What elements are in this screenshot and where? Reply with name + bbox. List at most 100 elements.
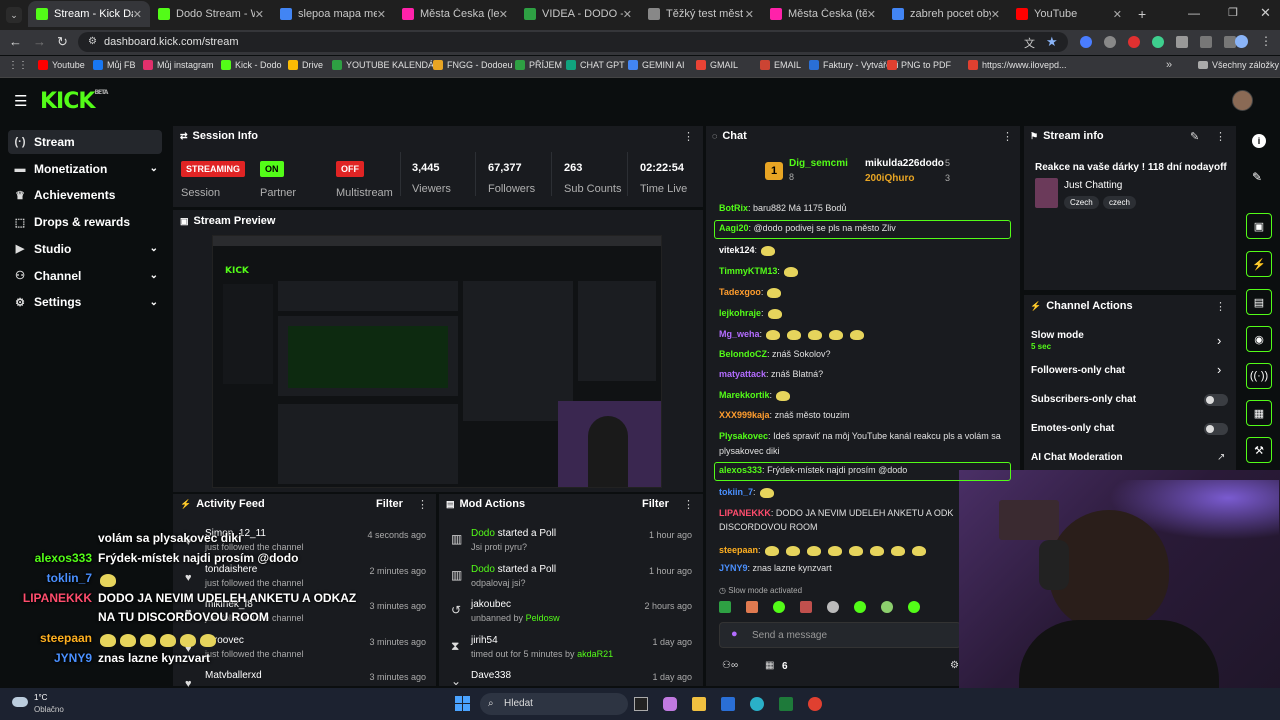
edit-stream-info-icon[interactable]: ✎ bbox=[1190, 130, 1199, 143]
browser-tab[interactable]: Stream - Kick Dashbo✕ bbox=[28, 1, 150, 27]
wrench-icon[interactable]: ⚒ bbox=[1246, 437, 1272, 463]
mod-filter-button[interactable]: Filter bbox=[642, 498, 669, 510]
bookmarks-overflow-icon[interactable]: » bbox=[1166, 59, 1172, 71]
bookmark-item[interactable]: FNGG - Dodoeu bbox=[433, 60, 513, 70]
lightning-icon[interactable]: ⚡ bbox=[1246, 251, 1272, 277]
sidebar-item-studio[interactable]: ▶ Studio ⌄ bbox=[8, 237, 162, 261]
emote-bar[interactable] bbox=[719, 601, 951, 615]
chevron-down-icon[interactable]: ⌄ bbox=[150, 163, 158, 174]
site-info-icon[interactable]: ⚙ bbox=[88, 36, 97, 47]
bookmark-item[interactable]: Drive bbox=[288, 60, 323, 70]
points-icon[interactable]: ⚇∞ bbox=[722, 660, 738, 671]
mod-menu-icon[interactable]: ⋮ bbox=[683, 498, 694, 511]
url-input[interactable]: dashboard.kick.com/stream bbox=[78, 32, 1068, 52]
top-gifter-2-name[interactable]: mikulda226dodo bbox=[865, 158, 944, 169]
multistream-toggle[interactable]: OFF bbox=[336, 161, 364, 177]
chat-username[interactable]: steepaan bbox=[719, 545, 758, 555]
tab-close-icon[interactable]: ✕ bbox=[745, 8, 754, 21]
browser-tab[interactable]: Dodo Stream - Watch✕ bbox=[150, 1, 272, 27]
bookmark-item[interactable]: GEMINI AI bbox=[628, 60, 685, 70]
storage-icon[interactable]: ▦ bbox=[1246, 400, 1272, 426]
channel-actions-menu-icon[interactable]: ⋮ bbox=[1215, 300, 1226, 313]
chat-username[interactable]: Mg_weha bbox=[719, 329, 760, 339]
minimize-icon[interactable]: — bbox=[1188, 6, 1200, 20]
tab-search-button[interactable]: ⌄ bbox=[6, 7, 22, 23]
browser-tab[interactable]: Města Česka (těžké)✕ bbox=[762, 1, 884, 27]
partner-income-toggle[interactable]: ON bbox=[260, 161, 284, 177]
browser-tab[interactable]: Těžký test měst ČR✕ bbox=[640, 1, 762, 27]
stream-info-menu-icon[interactable]: ⋮ bbox=[1215, 130, 1226, 143]
chevron-down-icon[interactable]: ⌄ bbox=[150, 297, 158, 308]
mod-action-user[interactable]: jirih54 bbox=[471, 635, 498, 646]
mod-action-user[interactable]: Dodo bbox=[471, 528, 495, 539]
mod-action-by[interactable]: Peldosw bbox=[526, 613, 560, 623]
chat-username[interactable]: alexos333 bbox=[719, 465, 762, 475]
crop-icon[interactable]: ▣ bbox=[1246, 213, 1272, 239]
chat-username[interactable]: Marekkortik bbox=[719, 390, 770, 400]
chat-username[interactable]: matyattack bbox=[719, 369, 766, 379]
clipboard-icon[interactable]: ▤ bbox=[1246, 289, 1272, 315]
all-bookmarks[interactable]: Všechny záložky bbox=[1198, 60, 1279, 70]
category-thumbnail[interactable] bbox=[1035, 178, 1058, 208]
reload-icon[interactable]: ↻ bbox=[57, 34, 68, 50]
browser-tab[interactable]: Města Česka (lehké)✕ bbox=[394, 1, 516, 27]
slow-mode-chevron-icon[interactable]: › bbox=[1217, 333, 1221, 348]
chevron-down-icon[interactable]: ⌄ bbox=[150, 270, 158, 281]
ai-moderation-label[interactable]: AI Chat Moderation bbox=[1031, 452, 1123, 463]
sidebar-item-achievements[interactable]: ♛ Achievements bbox=[8, 183, 162, 207]
chat-username[interactable]: JYNY9 bbox=[719, 563, 748, 573]
top-gifter-3-name[interactable]: 200iQhuro bbox=[865, 173, 914, 184]
sidebar-item-monetization[interactable]: ▬ Monetization ⌄ bbox=[8, 157, 162, 181]
bookmark-item[interactable]: PNG to PDF bbox=[887, 60, 951, 70]
slow-mode-label[interactable]: Slow mode bbox=[1031, 330, 1084, 341]
back-icon[interactable]: ← bbox=[9, 34, 22, 49]
extension-icons[interactable] bbox=[1080, 36, 1250, 48]
chat-username[interactable]: Plysakovec bbox=[719, 431, 768, 441]
sidebar-item-settings[interactable]: ⚙ Settings ⌄ bbox=[8, 290, 162, 314]
apps-icon[interactable]: ⋮⋮ bbox=[8, 60, 28, 71]
info-icon[interactable]: i bbox=[1252, 134, 1266, 148]
top-gifter-1-name[interactable]: Dig_semcmi bbox=[789, 158, 848, 169]
bookmark-item[interactable]: GMAIL bbox=[696, 60, 738, 70]
chat-settings-icon[interactable]: ⚙ bbox=[950, 660, 959, 671]
start-icon[interactable] bbox=[455, 696, 470, 711]
tab-close-icon[interactable]: ✕ bbox=[1113, 8, 1122, 21]
weather-icon[interactable] bbox=[12, 697, 28, 707]
activity-filter-button[interactable]: Filter bbox=[376, 498, 403, 510]
maximize-icon[interactable]: ❐ bbox=[1228, 6, 1238, 19]
new-tab-button[interactable]: + bbox=[1138, 6, 1146, 22]
chat-username[interactable]: BotRix bbox=[719, 203, 748, 213]
tab-close-icon[interactable]: ✕ bbox=[377, 8, 386, 21]
chat-username[interactable]: vitek124 bbox=[719, 245, 755, 255]
menu-hamburger-icon[interactable]: ☰ bbox=[14, 92, 27, 110]
tag-1[interactable]: Czech bbox=[1064, 196, 1099, 209]
session-menu-icon[interactable]: ⋮ bbox=[683, 130, 694, 143]
chat-username[interactable]: BelondoCZ bbox=[719, 349, 767, 359]
subscribers-only-toggle[interactable] bbox=[1204, 394, 1228, 406]
tab-close-icon[interactable]: ✕ bbox=[499, 8, 508, 21]
bookmark-item[interactable]: EMAIL bbox=[760, 60, 801, 70]
category-name[interactable]: Just Chatting bbox=[1064, 180, 1122, 191]
mod-action-user[interactable]: jakoubec bbox=[471, 599, 511, 610]
bookmark-item[interactable]: CHAT GPT bbox=[566, 60, 625, 70]
chat-username[interactable]: lejkohraje bbox=[719, 308, 761, 318]
browser-tab[interactable]: YouTube ✕ bbox=[1008, 1, 1130, 27]
chat-username[interactable]: XXX999kaja bbox=[719, 410, 770, 420]
forward-icon[interactable]: → bbox=[33, 34, 46, 49]
bookmark-item[interactable]: Kick - Dodo bbox=[221, 60, 282, 70]
chat-username[interactable]: tokiin_7 bbox=[719, 487, 753, 497]
tab-close-icon[interactable]: ✕ bbox=[133, 8, 142, 21]
bookmark-item[interactable]: Můj instagram bbox=[143, 60, 214, 70]
bookmark-item[interactable]: Faktury - Vytváření bbox=[809, 60, 899, 70]
broadcast-icon[interactable]: ((·)) bbox=[1246, 363, 1272, 389]
activity-user[interactable]: tondaishere bbox=[205, 564, 257, 575]
mod-action-by[interactable]: akdaR21 bbox=[577, 649, 613, 659]
browser-menu-icon[interactable]: ⋮ bbox=[1260, 34, 1272, 48]
bookmark-item[interactable]: Youtube bbox=[38, 60, 85, 70]
bookmark-item[interactable]: PŘÍJEM bbox=[515, 60, 562, 70]
mod-action-user[interactable]: Dodo bbox=[471, 564, 495, 575]
sidebar-item-channel[interactable]: ⚇ Channel ⌄ bbox=[8, 264, 162, 288]
stream-preview-video[interactable]: KICK bbox=[212, 235, 662, 488]
taskbar-search[interactable]: ⌕ Hledat bbox=[480, 693, 628, 715]
bookmark-star-icon[interactable]: ★ bbox=[1046, 34, 1058, 50]
